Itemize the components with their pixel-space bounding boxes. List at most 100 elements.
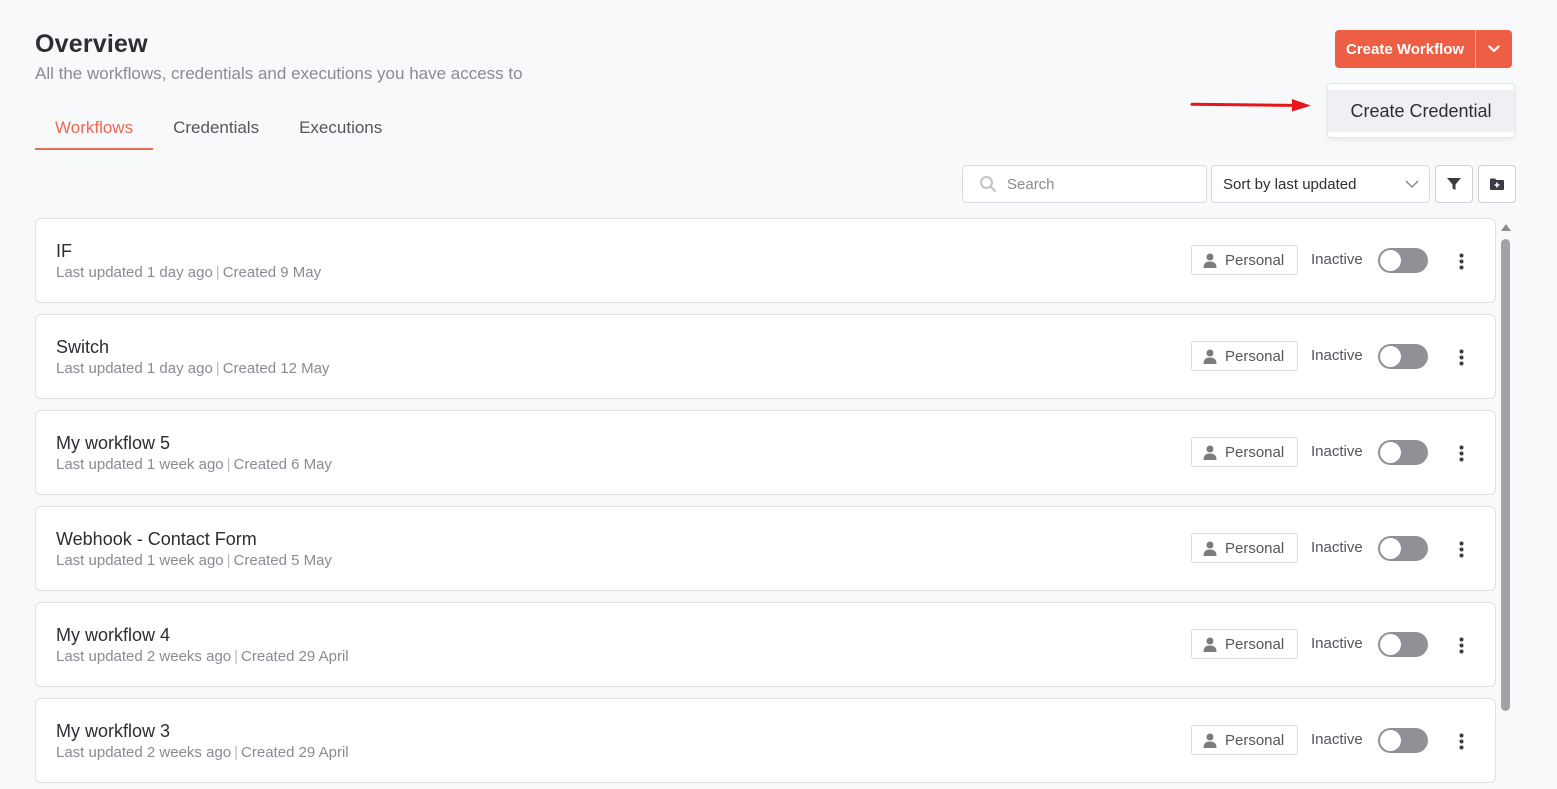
person-icon: [1203, 445, 1217, 460]
workflow-card[interactable]: My workflow 5 Last updated 1 week ago | Cr…: [35, 410, 1496, 495]
workflow-card[interactable]: Switch Last updated 1 day ago | Created 12…: [35, 314, 1496, 399]
meta-separator: |: [215, 360, 220, 377]
workflow-meta: Last updated 1 week ago | Created 6 May: [56, 456, 332, 473]
owner-label: Personal: [1225, 347, 1285, 365]
sort-select-value: Sort by last updated: [1223, 175, 1357, 193]
workflow-card[interactable]: My workflow 4 Last updated 2 weeks ago | C…: [35, 602, 1496, 687]
workflow-name: Webhook - Contact Form: [56, 529, 257, 549]
workflow-name: My workflow 3: [56, 721, 171, 741]
page-subtitle: All the workflows, credentials and execu…: [35, 64, 523, 83]
owner-badge: Personal: [1191, 533, 1298, 563]
kebab-icon: [1459, 541, 1464, 558]
active-toggle[interactable]: [1378, 632, 1428, 657]
kebab-icon: [1459, 733, 1464, 750]
status-label: Inactive: [1311, 347, 1363, 364]
owner-badge: Personal: [1191, 725, 1298, 755]
workflow-updated: Last updated 2 weeks ago: [56, 744, 232, 761]
add-folder-button[interactable]: [1478, 165, 1516, 203]
active-toggle[interactable]: [1378, 536, 1428, 561]
owner-label: Personal: [1225, 443, 1285, 461]
workflow-meta: Last updated 1 week ago | Created 5 May: [56, 552, 332, 569]
status-label: Inactive: [1311, 635, 1363, 652]
kebab-icon: [1459, 445, 1464, 462]
meta-separator: |: [215, 264, 220, 281]
workflow-created: Created 29 April: [241, 744, 349, 761]
workflow-updated: Last updated 1 day ago: [56, 360, 213, 377]
workflow-created: Created 5 May: [233, 552, 332, 569]
toggle-knob: [1380, 538, 1401, 559]
workflow-updated: Last updated 1 week ago: [56, 552, 224, 569]
meta-separator: |: [234, 744, 239, 761]
owner-label: Personal: [1225, 635, 1285, 653]
scroll-up-arrow[interactable]: [1501, 224, 1511, 231]
search-box: [962, 165, 1207, 203]
workflow-meta: Last updated 2 weeks ago | Created 29 Apri…: [56, 648, 349, 665]
person-icon: [1203, 349, 1217, 364]
workflow-card[interactable]: My workflow 3 Last updated 2 weeks ago | C…: [35, 698, 1496, 783]
active-toggle[interactable]: [1378, 344, 1428, 369]
kebab-icon: [1459, 349, 1464, 366]
scroll-thumb[interactable]: [1501, 239, 1510, 711]
folder-plus-icon: [1489, 177, 1505, 191]
workflow-name: IF: [56, 241, 72, 261]
filter-button[interactable]: [1435, 165, 1473, 203]
workflow-actions-button[interactable]: [1449, 536, 1473, 562]
workflow-actions-button[interactable]: [1449, 728, 1473, 754]
annotation-arrow: [1190, 96, 1314, 119]
search-icon: [979, 175, 997, 193]
owner-badge: Personal: [1191, 341, 1298, 371]
tab-executions[interactable]: Executions: [279, 108, 402, 150]
active-toggle[interactable]: [1378, 728, 1428, 753]
workflow-actions-button[interactable]: [1449, 440, 1473, 466]
workflow-meta: Last updated 1 day ago | Created 12 May: [56, 360, 329, 377]
status-label: Inactive: [1311, 251, 1363, 268]
workflow-updated: Last updated 2 weeks ago: [56, 648, 232, 665]
person-icon: [1203, 253, 1217, 268]
kebab-icon: [1459, 637, 1464, 654]
owner-label: Personal: [1225, 539, 1285, 557]
active-toggle[interactable]: [1378, 440, 1428, 465]
meta-separator: |: [226, 456, 231, 473]
search-input[interactable]: [1007, 175, 1206, 193]
owner-badge: Personal: [1191, 245, 1298, 275]
toggle-knob: [1380, 250, 1401, 271]
toggle-knob: [1380, 634, 1401, 655]
workflow-card[interactable]: Webhook - Contact Form Last updated 1 we…: [35, 506, 1496, 591]
create-workflow-button[interactable]: Create Workflow: [1335, 30, 1476, 68]
workflow-actions-button[interactable]: [1449, 344, 1473, 370]
chevron-down-icon: [1488, 45, 1500, 53]
workflow-created: Created 29 April: [241, 648, 349, 665]
meta-separator: |: [234, 648, 239, 665]
filter-icon: [1446, 176, 1462, 192]
kebab-icon: [1459, 253, 1464, 270]
workflow-updated: Last updated 1 day ago: [56, 264, 213, 281]
create-dropdown-menu: Create Credential: [1327, 83, 1515, 138]
tab-workflows[interactable]: Workflows: [35, 108, 154, 150]
page-header: Overview All the workflows, credentials …: [35, 30, 523, 84]
sort-select[interactable]: Sort by last updated: [1211, 165, 1430, 203]
person-icon: [1203, 733, 1217, 748]
tab-credentials[interactable]: Credentials: [153, 108, 279, 150]
workflow-created: Created 9 May: [222, 264, 322, 281]
person-icon: [1203, 541, 1217, 556]
toggle-knob: [1380, 346, 1401, 367]
workflow-card[interactable]: IF Last updated 1 day ago | Created 9 May …: [35, 218, 1496, 303]
create-credential-menu-item[interactable]: Create Credential: [1328, 90, 1514, 132]
list-scrollbar[interactable]: [1500, 224, 1512, 789]
toggle-knob: [1380, 730, 1401, 751]
status-label: Inactive: [1311, 539, 1363, 556]
list-toolbar: Sort by last updated: [962, 165, 1516, 203]
tab-bar: Workflows Credentials Executions: [35, 108, 402, 150]
workflow-list: IF Last updated 1 day ago | Created 9 May …: [35, 218, 1496, 789]
owner-badge: Personal: [1191, 437, 1298, 467]
workflow-meta: Last updated 2 weeks ago | Created 29 Apri…: [56, 744, 349, 761]
workflow-meta: Last updated 1 day ago | Created 9 May: [56, 264, 321, 281]
workflow-actions-button[interactable]: [1449, 248, 1473, 274]
create-dropdown-toggle[interactable]: [1475, 30, 1513, 68]
status-label: Inactive: [1311, 731, 1363, 748]
create-button-group: Create Workflow: [1335, 30, 1513, 68]
workflow-actions-button[interactable]: [1449, 632, 1473, 658]
active-toggle[interactable]: [1378, 248, 1428, 273]
owner-label: Personal: [1225, 251, 1285, 269]
workflow-name: My workflow 5: [56, 433, 171, 453]
